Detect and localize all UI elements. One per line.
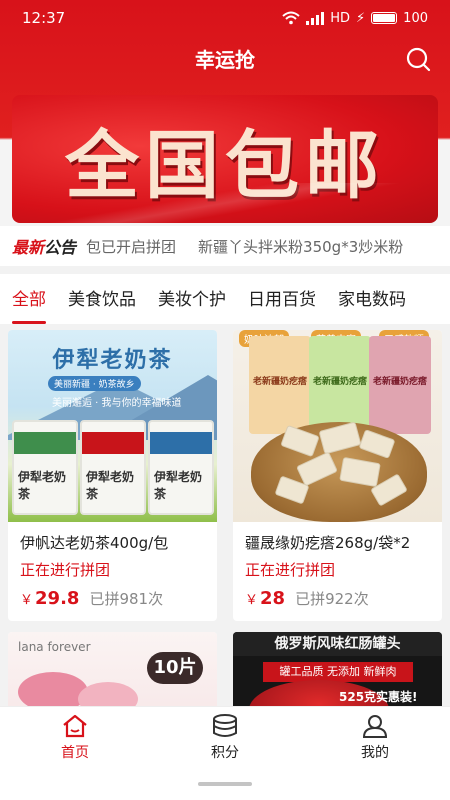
flower-shape — [78, 682, 138, 706]
product-name: 疆晟缘奶疙瘩268g/袋*2 — [245, 534, 411, 552]
price-row: ￥ 29.8 已拼981次 — [8, 582, 217, 621]
product-status: 正在进行拼团 — [245, 561, 336, 579]
image-tag: 525克实惠装! — [339, 690, 418, 704]
bag-label: 老新疆奶疙瘩 — [313, 377, 368, 387]
bag-label: 老新疆奶疙瘩 — [253, 377, 308, 387]
tea-pack: 伊犁老奶茶 — [148, 420, 214, 515]
product-name: 伊帆达老奶茶400g/包 — [20, 534, 169, 552]
notice-badge-red: 最新 — [12, 238, 45, 257]
image-banner-line1: 美丽新疆 · 奶茶故乡 — [48, 376, 141, 391]
tab-electronics[interactable]: 家电数码 — [338, 285, 406, 314]
pack-label: 伊犁老奶茶 — [154, 470, 203, 501]
notice-item[interactable]: 新疆丫头拌米粉350g*3炒米粉 — [198, 236, 403, 257]
notice-badge-black: 公告 — [44, 238, 77, 257]
price-row: ￥ 28 已拼922次 — [233, 582, 442, 621]
divider — [0, 266, 450, 274]
tab-daily-goods[interactable]: 日用百货 — [248, 285, 316, 314]
product-bag: 老新疆奶疙瘩 — [369, 336, 431, 434]
home-icon — [63, 714, 87, 737]
product-grid: 伊犁老奶茶 美丽新疆 · 奶茶故乡 美丽邂逅 · 我与你的幸福味道 伊犁老奶茶 … — [0, 324, 450, 706]
product-image: 俄罗斯风味红肠罐头 罐工品质 无添加 新鲜肉 525克实惠装! — [233, 632, 442, 706]
image-sub: 罐工品质 无添加 新鲜肉 — [263, 662, 413, 682]
product-card[interactable]: lana forever 10片 — [8, 632, 217, 706]
sold-count: 已拼922次 — [295, 590, 369, 608]
bag-label: 老新疆奶疙瘩 — [373, 377, 428, 387]
charging-icon: ⚡ — [356, 10, 366, 26]
home-indicator — [0, 768, 450, 800]
wifi-icon — [282, 11, 300, 25]
image-banner-line2: 美丽邂逅 · 我与你的幸福味道 — [52, 398, 182, 409]
tab-food-drinks[interactable]: 美食饮品 — [68, 285, 136, 314]
battery-level: 100 — [403, 10, 428, 26]
product-card[interactable]: 奶味浓郁 营养丰富 口感软糯 老新疆奶疙瘩 老新疆奶疙瘩 老新疆奶疙瘩 疆晟缘奶… — [233, 330, 442, 621]
nav-home[interactable]: 首页 — [0, 707, 150, 768]
bottom-nav: 首页 积分 我的 — [0, 706, 450, 768]
currency-symbol: ￥ — [20, 593, 34, 608]
status-time: 12:37 — [22, 9, 66, 27]
product-price: 29.8 — [35, 588, 80, 609]
product-card[interactable]: 俄罗斯风味红肠罐头 罐工品质 无添加 新鲜肉 525克实惠装! — [233, 632, 442, 706]
tab-all[interactable]: 全部 — [12, 285, 46, 324]
status-bar: 12:37 HD ⚡ 100 — [0, 0, 450, 36]
nav-profile[interactable]: 我的 — [300, 707, 450, 768]
title-bar: 幸运抢 — [0, 36, 450, 80]
status-icons: HD ⚡ 100 — [282, 11, 428, 26]
nav-profile-label: 我的 — [361, 744, 389, 761]
home-bar[interactable] — [198, 782, 252, 786]
quantity-badge: 10片 — [147, 652, 203, 684]
pack-label: 伊犁老奶茶 — [86, 470, 135, 501]
category-tabs: 全部 美食饮品 美妆个护 日用百货 家电数码 — [0, 274, 450, 324]
product-image: lana forever 10片 — [8, 632, 217, 706]
product-image: 伊犁老奶茶 美丽新疆 · 奶茶故乡 美丽邂逅 · 我与你的幸福味道 伊犁老奶茶 … — [8, 330, 217, 522]
pack-label: 伊犁老奶茶 — [18, 470, 67, 501]
product-image: 奶味浓郁 营养丰富 口感软糯 老新疆奶疙瘩 老新疆奶疙瘩 老新疆奶疙瘩 — [233, 330, 442, 522]
page-title: 幸运抢 — [195, 47, 255, 72]
product-status: 正在进行拼团 — [20, 561, 111, 579]
product-bag: 老新疆奶疙瘩 — [309, 336, 371, 434]
brand-logo: lana forever — [18, 640, 91, 654]
product-card[interactable]: 伊犁老奶茶 美丽新疆 · 奶茶故乡 美丽邂逅 · 我与你的幸福味道 伊犁老奶茶 … — [8, 330, 217, 621]
notice-badge: 最新公告 — [12, 234, 76, 258]
network-label: HD — [330, 10, 351, 26]
nav-points[interactable]: 积分 — [150, 707, 300, 768]
product-bag: 老新疆奶疙瘩 — [249, 336, 311, 434]
currency-symbol: ￥ — [245, 593, 259, 608]
nav-home-label: 首页 — [61, 744, 89, 761]
banner-ribbon — [12, 183, 438, 223]
sold-count: 已拼981次 — [89, 590, 164, 608]
image-title: 伊犁老奶茶 — [52, 348, 173, 373]
user-icon — [362, 714, 388, 738]
tea-pack: 伊犁老奶茶 — [80, 420, 146, 515]
tab-beauty[interactable]: 美妆个护 — [158, 285, 226, 314]
notice-item[interactable]: 包已开启拼团 — [86, 236, 176, 257]
image-headline: 俄罗斯风味红肠罐头 — [233, 632, 442, 656]
coins-icon — [213, 713, 237, 737]
notice-bar[interactable]: 最新公告 包已开启拼团 新疆丫头拌米粉350g*3炒米粉 — [0, 226, 450, 266]
battery-icon — [371, 12, 398, 24]
nav-points-label: 积分 — [211, 744, 239, 761]
search-icon[interactable] — [404, 45, 432, 73]
product-price: 28 — [260, 588, 286, 609]
promo-banner[interactable]: 全国包邮 — [12, 95, 438, 223]
tea-pack: 伊犁老奶茶 — [12, 420, 78, 515]
signal-icon — [306, 11, 325, 25]
